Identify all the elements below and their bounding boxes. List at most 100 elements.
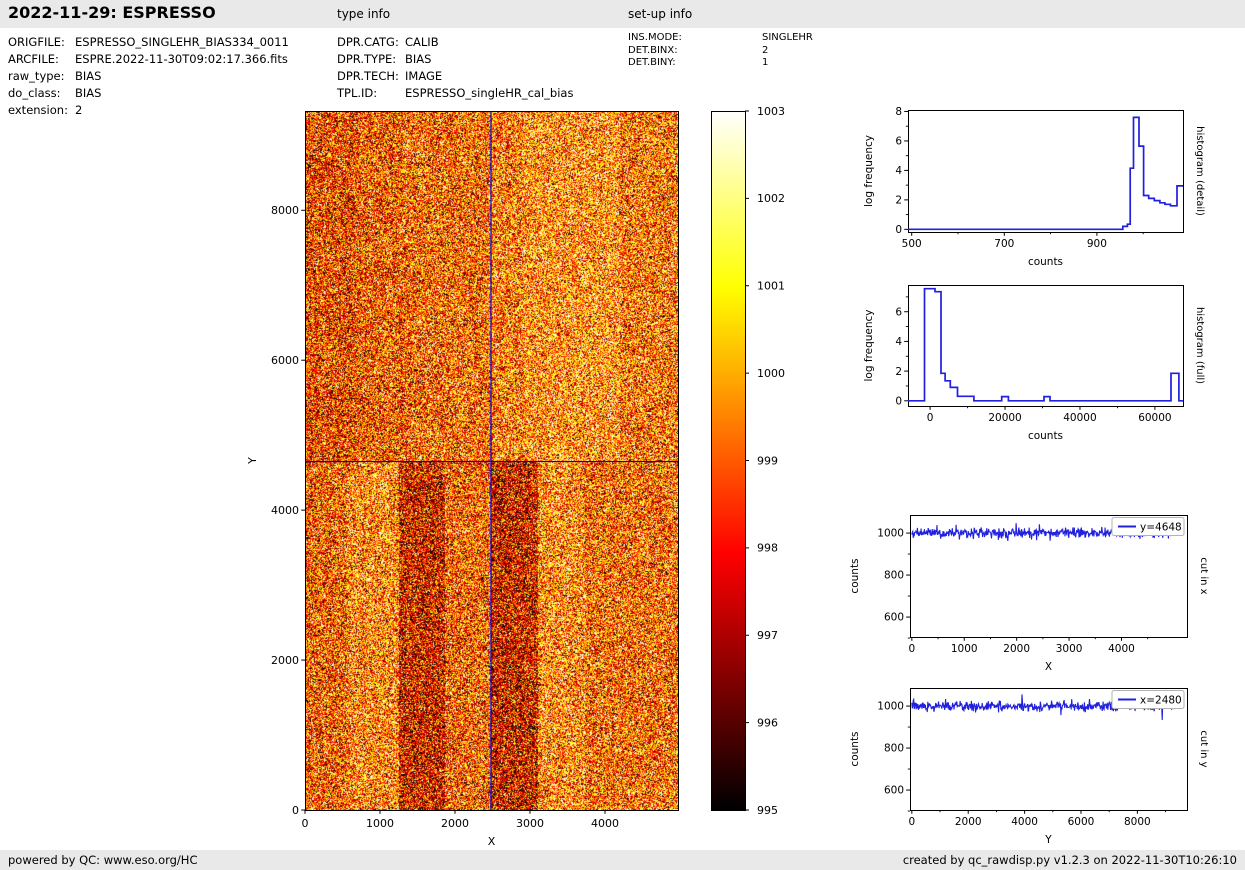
file-info-row: do_class: BIAS [8, 85, 289, 102]
setup-info-row: DET.BINY: 1 [628, 57, 813, 70]
svg-text:histogram (detail): histogram (detail) [1194, 126, 1205, 216]
svg-text:8000: 8000 [1124, 816, 1151, 828]
svg-text:996: 996 [757, 716, 778, 729]
svg-text:4000: 4000 [271, 504, 299, 517]
svg-text:Y: Y [1044, 834, 1052, 846]
svg-text:500: 500 [902, 238, 922, 250]
footer-left-text: powered by QC: www.eso.org/HC [8, 853, 198, 867]
setup-info-row: DET.BINX: 2 [628, 45, 813, 58]
svg-text:0: 0 [927, 412, 934, 424]
svg-text:8: 8 [895, 106, 902, 118]
svg-text:900: 900 [1087, 238, 1107, 250]
field-value: BIAS [405, 52, 432, 66]
footer-right-text: created by qc_rawdisp.py v1.2.3 on 2022-… [902, 853, 1237, 867]
svg-text:4000: 4000 [591, 817, 619, 830]
field-value: IMAGE [405, 69, 443, 83]
colorbar-canvas [711, 111, 745, 810]
svg-text:6: 6 [895, 136, 902, 148]
svg-text:counts: counts [1028, 256, 1063, 268]
svg-text:2000: 2000 [955, 816, 982, 828]
field-label: DET.BINX: [628, 44, 678, 56]
svg-text:1002: 1002 [757, 192, 785, 205]
field-value: ESPRESSO_singleHR_cal_bias [405, 86, 574, 100]
svg-text:cut in y: cut in y [1198, 730, 1209, 767]
type-info-block: DPR.CATG: CALIB DPR.TYPE: BIAS DPR.TECH: IM… [337, 34, 573, 102]
svg-text:1003: 1003 [757, 105, 785, 118]
svg-text:0: 0 [895, 395, 902, 407]
field-label: INS.MODE: [628, 32, 682, 43]
svg-text:cut in x: cut in x [1198, 557, 1209, 594]
svg-text:0: 0 [908, 816, 915, 828]
svg-text:0: 0 [895, 224, 902, 236]
cut-x-plot: 0 1000 2000 3000 4000 600 800 1000 Xcounts cut in… [849, 515, 1209, 673]
svg-text:995: 995 [757, 804, 778, 817]
svg-text:counts: counts [849, 558, 861, 593]
svg-text:8000: 8000 [271, 204, 299, 217]
field-value: SINGLEHR [762, 32, 813, 43]
field-value: 1 [762, 57, 769, 69]
svg-text:997: 997 [757, 629, 778, 642]
svg-text:6: 6 [895, 306, 902, 318]
field-value: BIAS [75, 86, 102, 100]
setup-info-row: INS.MODE: SINGLEHR [628, 32, 813, 45]
cut-y-plot: 0 2000 4000 6000 8000 600 800 1000 Ycounts cut in… [849, 688, 1209, 846]
svg-text:2000: 2000 [1003, 643, 1030, 655]
svg-text:counts: counts [1028, 430, 1063, 442]
svg-text:40000: 40000 [1063, 412, 1096, 424]
type-info-row: TPL.ID: ESPRESSO_singleHR_cal_bias [337, 85, 573, 102]
svg-text:700: 700 [994, 238, 1014, 250]
field-label: TPL.ID: [337, 86, 378, 100]
setup-info-header: set-up info [628, 7, 693, 21]
svg-text:log frequency: log frequency [863, 309, 875, 381]
svg-text:2: 2 [895, 366, 902, 378]
field-label: raw_type: [8, 69, 65, 83]
svg-text:1000: 1000 [877, 528, 904, 540]
file-info-row: extension: 2 [8, 102, 289, 119]
svg-text:y=4648: y=4648 [1140, 521, 1182, 533]
field-label: DPR.TYPE: [337, 52, 397, 66]
field-label: ARCFILE: [8, 52, 59, 66]
svg-text:20000: 20000 [988, 412, 1021, 424]
svg-text:1000: 1000 [366, 817, 394, 830]
file-info-block: ORIGFILE: ESPRESSO_SINGLEHR_BIAS334_0011 … [8, 34, 289, 119]
svg-text:6000: 6000 [271, 354, 299, 367]
svg-text:1000: 1000 [757, 367, 785, 380]
svg-text:4000: 4000 [1108, 643, 1135, 655]
svg-text:X: X [1045, 661, 1052, 673]
svg-text:600: 600 [884, 612, 904, 624]
svg-text:4000: 4000 [1011, 816, 1038, 828]
bias-image-canvas [305, 111, 678, 810]
field-value: 2 [762, 44, 769, 56]
svg-text:0: 0 [908, 643, 915, 655]
field-label: DPR.CATG: [337, 35, 399, 49]
field-label: DET.BINY: [628, 57, 676, 69]
hist-full-plot: 0 20000 40000 60000 0 2 4 6 counts log frequency h… [863, 285, 1205, 442]
svg-text:600: 600 [884, 785, 904, 797]
field-value: 2 [75, 103, 83, 117]
svg-text:800: 800 [884, 570, 904, 582]
field-value: BIAS [75, 69, 102, 83]
field-label: do_class: [8, 86, 61, 100]
field-label: extension: [8, 103, 68, 117]
svg-text:800: 800 [884, 743, 904, 755]
svg-text:4: 4 [895, 336, 902, 348]
field-value: ESPRESSO_SINGLEHR_BIAS334_0011 [75, 35, 289, 49]
svg-text:histogram (full): histogram (full) [1194, 307, 1205, 384]
field-label: DPR.TECH: [337, 69, 399, 83]
svg-text:1000: 1000 [877, 701, 904, 713]
svg-text:Y: Y [246, 457, 259, 465]
field-value: ESPRE.2022-11-30T09:02:17.366.fits [75, 52, 288, 66]
svg-text:999: 999 [757, 454, 778, 467]
svg-text:counts: counts [849, 731, 861, 766]
type-info-row: DPR.TYPE: BIAS [337, 51, 573, 68]
svg-text:4: 4 [895, 165, 902, 177]
type-info-row: DPR.TECH: IMAGE [337, 68, 573, 85]
svg-text:0: 0 [292, 804, 299, 817]
svg-text:log frequency: log frequency [863, 135, 875, 207]
field-value: CALIB [405, 35, 439, 49]
type-info-row: DPR.CATG: CALIB [337, 34, 573, 51]
svg-text:x=2480: x=2480 [1140, 694, 1182, 706]
file-info-row: ARCFILE: ESPRE.2022-11-30T09:02:17.366.fi… [8, 51, 289, 68]
svg-text:998: 998 [757, 542, 778, 555]
hist-detail-plot: 500 700 900 0 2 4 6 8 counts log frequency histogr… [863, 106, 1205, 268]
